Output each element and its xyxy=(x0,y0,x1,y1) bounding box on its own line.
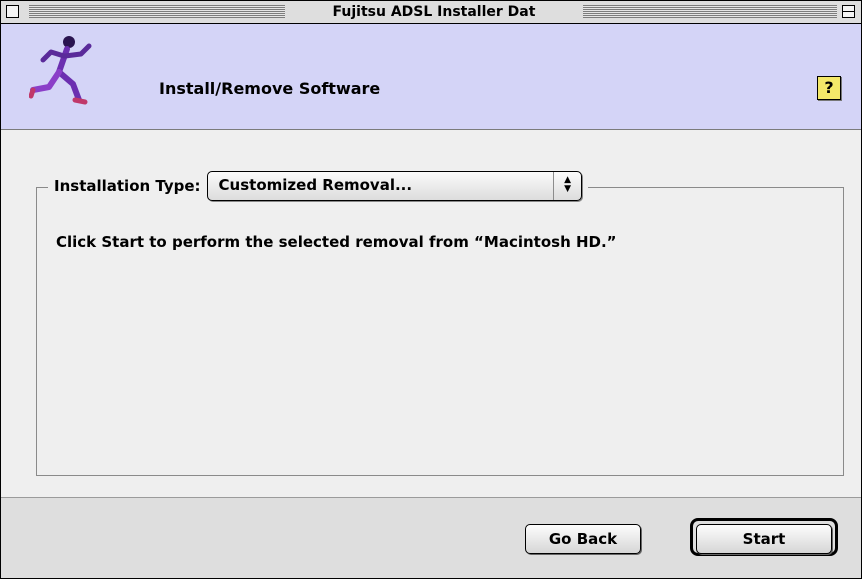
collapse-box[interactable] xyxy=(842,5,855,18)
instruction-text: Click Start to perform the selected remo… xyxy=(56,233,617,251)
page-title: Install/Remove Software xyxy=(159,79,381,98)
installation-type-row: Installation Type: Customized Removal...… xyxy=(48,171,588,201)
title-bar-stripes xyxy=(583,5,837,18)
installation-type-value: Customized Removal... xyxy=(218,176,413,194)
help-button[interactable]: ? xyxy=(817,76,841,100)
title-bar[interactable]: Fujitsu ADSL Installer Dat xyxy=(1,1,861,24)
header-band: Install/Remove Software ? xyxy=(1,24,861,130)
popup-divider xyxy=(552,172,554,200)
title-bar-stripes xyxy=(29,5,285,18)
button-bar: Go Back Start xyxy=(1,497,861,578)
installation-type-label: Installation Type: xyxy=(54,177,201,195)
go-back-button[interactable]: Go Back xyxy=(525,524,641,554)
installation-group-box xyxy=(36,187,844,476)
up-down-arrows-icon: ▲ ▼ xyxy=(564,175,571,194)
close-box[interactable] xyxy=(6,5,19,18)
installation-type-popup[interactable]: Customized Removal... ▲ ▼ xyxy=(206,171,582,201)
running-person-icon xyxy=(29,36,92,105)
start-button[interactable]: Start xyxy=(696,524,832,554)
window-title: Fujitsu ADSL Installer Dat xyxy=(286,3,582,21)
installer-window: Fujitsu ADSL Installer Dat Install/Remov… xyxy=(0,0,862,579)
